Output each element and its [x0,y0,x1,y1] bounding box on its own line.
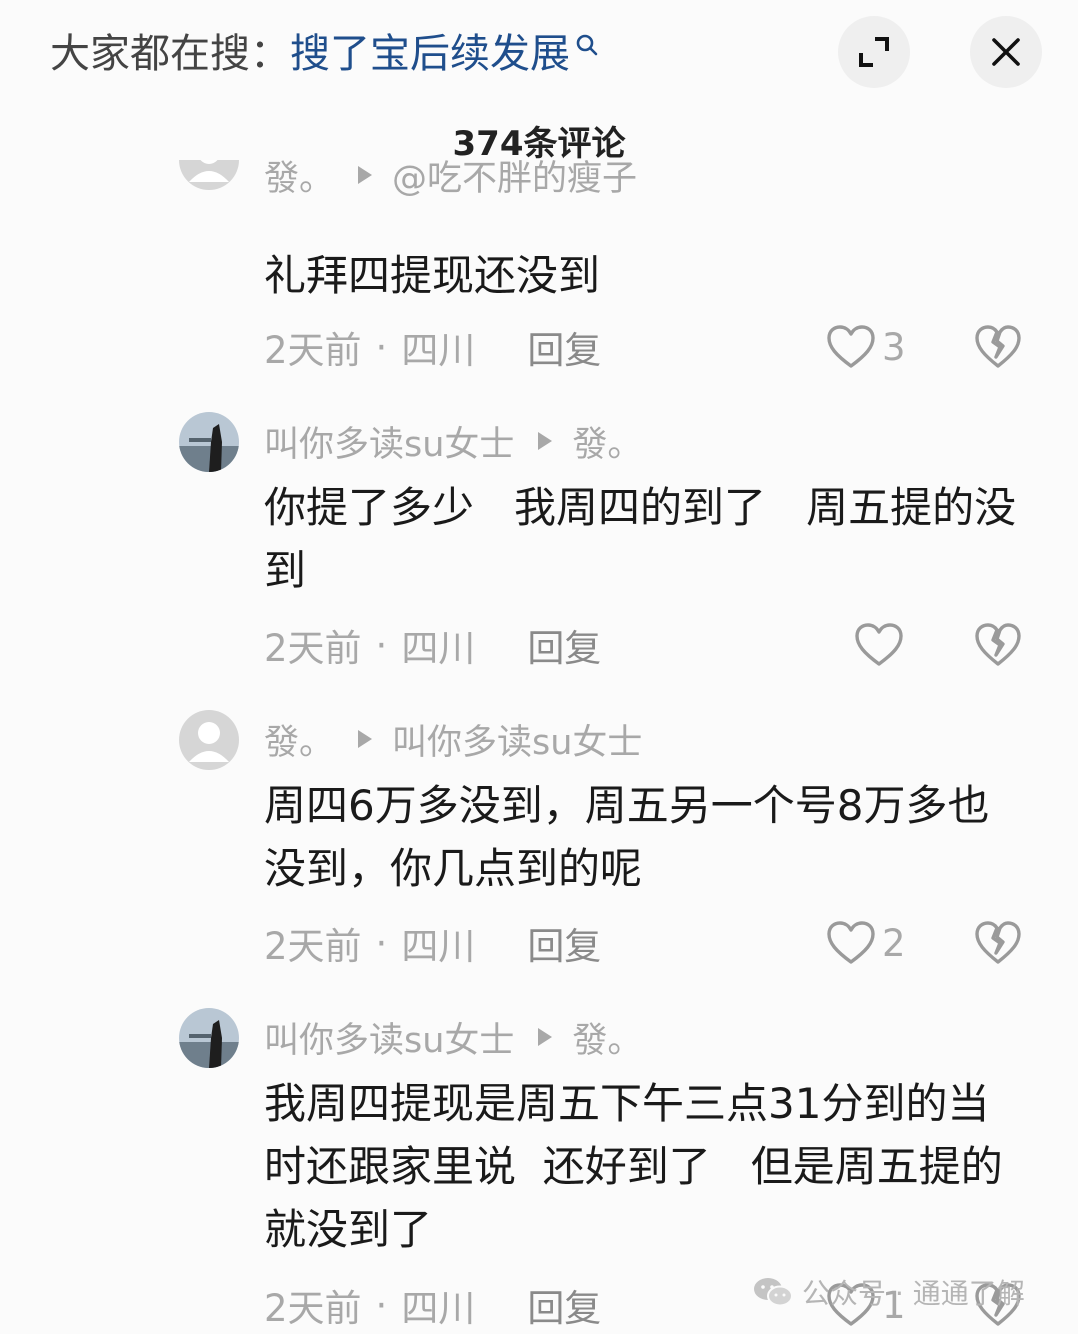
like-button[interactable]: 3 [826,322,906,372]
comment-text: 周四6万多没到，周五另一个号8万多也没到，你几点到的呢 [264,781,990,893]
heart-icon [855,623,903,666]
reply-target[interactable]: 發。 [572,1012,642,1063]
comment-meta: 2天前 · 四川 回复 [264,1278,601,1332]
expand-icon [859,37,889,67]
comment-time: 2天前 [264,627,362,670]
comment-location: 四川 [401,627,476,670]
dislike-button[interactable] [974,620,1022,670]
reply-target[interactable]: 發。 [572,416,642,467]
broken-heart-icon [975,623,1021,666]
comment-location: 四川 [401,1287,476,1330]
comment-count-title: 374条评论 [452,124,626,164]
like-button[interactable] [854,620,934,670]
comment-header: 叫你多读su女士 發。 [264,416,642,466]
reply-arrow-icon [356,728,374,750]
comment-author[interactable]: 發。 [264,714,334,765]
comment-list[interactable]: 發。 @吃不胖的瘦子 礼拜四提现还没到 2天前 · 四川 回复 3 叫你多读su… [0,160,1078,1334]
comment-item: 發。 @吃不胖的瘦子 礼拜四提现还没到 2天前 · 四川 回复 3 [0,160,1078,390]
meta-separator: · [375,325,388,369]
comment-location: 四川 [401,925,476,968]
broken-heart-icon [975,921,1021,964]
close-button[interactable] [970,16,1042,88]
expand-button[interactable] [838,16,910,88]
heart-icon [827,921,875,964]
comment-meta: 2天前 · 四川 回复 [264,320,601,374]
comment-text: 礼拜四提现还没到 [264,251,601,300]
comment-location: 四川 [401,329,476,372]
avatar[interactable] [179,160,239,190]
wechat-icon [754,1278,793,1307]
comment-time: 2天前 [264,925,362,968]
comment-author[interactable]: 發。 [264,160,334,201]
comment-author[interactable]: 叫你多读su女士 [264,1012,514,1063]
like-button[interactable]: 2 [826,918,906,968]
meta-separator: · [375,921,388,965]
comment-author[interactable]: 叫你多读su女士 [264,416,514,467]
trending-search-term[interactable]: 搜了宝后续发展 [290,21,570,79]
comment-header: 發。 @吃不胖的瘦子 [264,160,637,200]
avatar[interactable] [179,710,239,770]
reply-target[interactable]: @吃不胖的瘦子 [392,160,637,201]
comment-header: 叫你多读su女士 發。 [264,1012,642,1062]
reply-arrow-icon [356,164,374,186]
reply-arrow-icon [536,430,554,452]
reply-button[interactable]: 回复 [527,618,601,672]
meta-separator: · [375,1283,388,1327]
comment-meta: 2天前 · 四川 回复 [264,916,601,970]
heart-icon [827,325,875,368]
dislike-button[interactable] [974,322,1022,372]
comment-text: 我周四提现是周五下午三点31分到的当时还跟家里说 还好到了 但是周五提的就没到了 [264,1079,1003,1254]
close-icon [992,38,1020,66]
comment-text: 你提了多少 我周四的到了 周五提的没到 [264,483,1017,595]
comment-item: 發。 叫你多读su女士 周四6万多没到，周五另一个号8万多也没到，你几点到的呢 … [0,708,1078,998]
reply-button[interactable]: 回复 [527,320,601,374]
avatar[interactable] [179,412,239,472]
trending-search-bar[interactable]: 大家都在搜： 搜了宝后续发展 [50,22,600,78]
reply-button[interactable]: 回复 [527,1278,601,1332]
reply-arrow-icon [536,1026,554,1048]
dislike-button[interactable] [974,918,1022,968]
meta-separator: · [375,623,388,667]
comment-item: 叫你多读su女士 發。 你提了多少 我周四的到了 周五提的没到 2天前 · 四川… [0,410,1078,700]
broken-heart-icon [975,325,1021,368]
search-icon[interactable] [570,27,600,73]
trending-search-prefix: 大家都在搜： [50,31,290,77]
like-count: 3 [882,325,906,369]
comment-time: 2天前 [264,329,362,372]
comment-header: 發。 叫你多读su女士 [264,714,642,764]
reply-button[interactable]: 回复 [527,916,601,970]
comment-meta: 2天前 · 四川 回复 [264,618,601,672]
comment-time: 2天前 [264,1287,362,1330]
watermark: 公众号 · 通通了解 [752,1270,1025,1314]
avatar[interactable] [179,1008,239,1068]
like-count: 2 [882,921,906,965]
reply-target[interactable]: 叫你多读su女士 [392,714,642,765]
watermark-text: 公众号 · 通通了解 [802,1277,1025,1310]
